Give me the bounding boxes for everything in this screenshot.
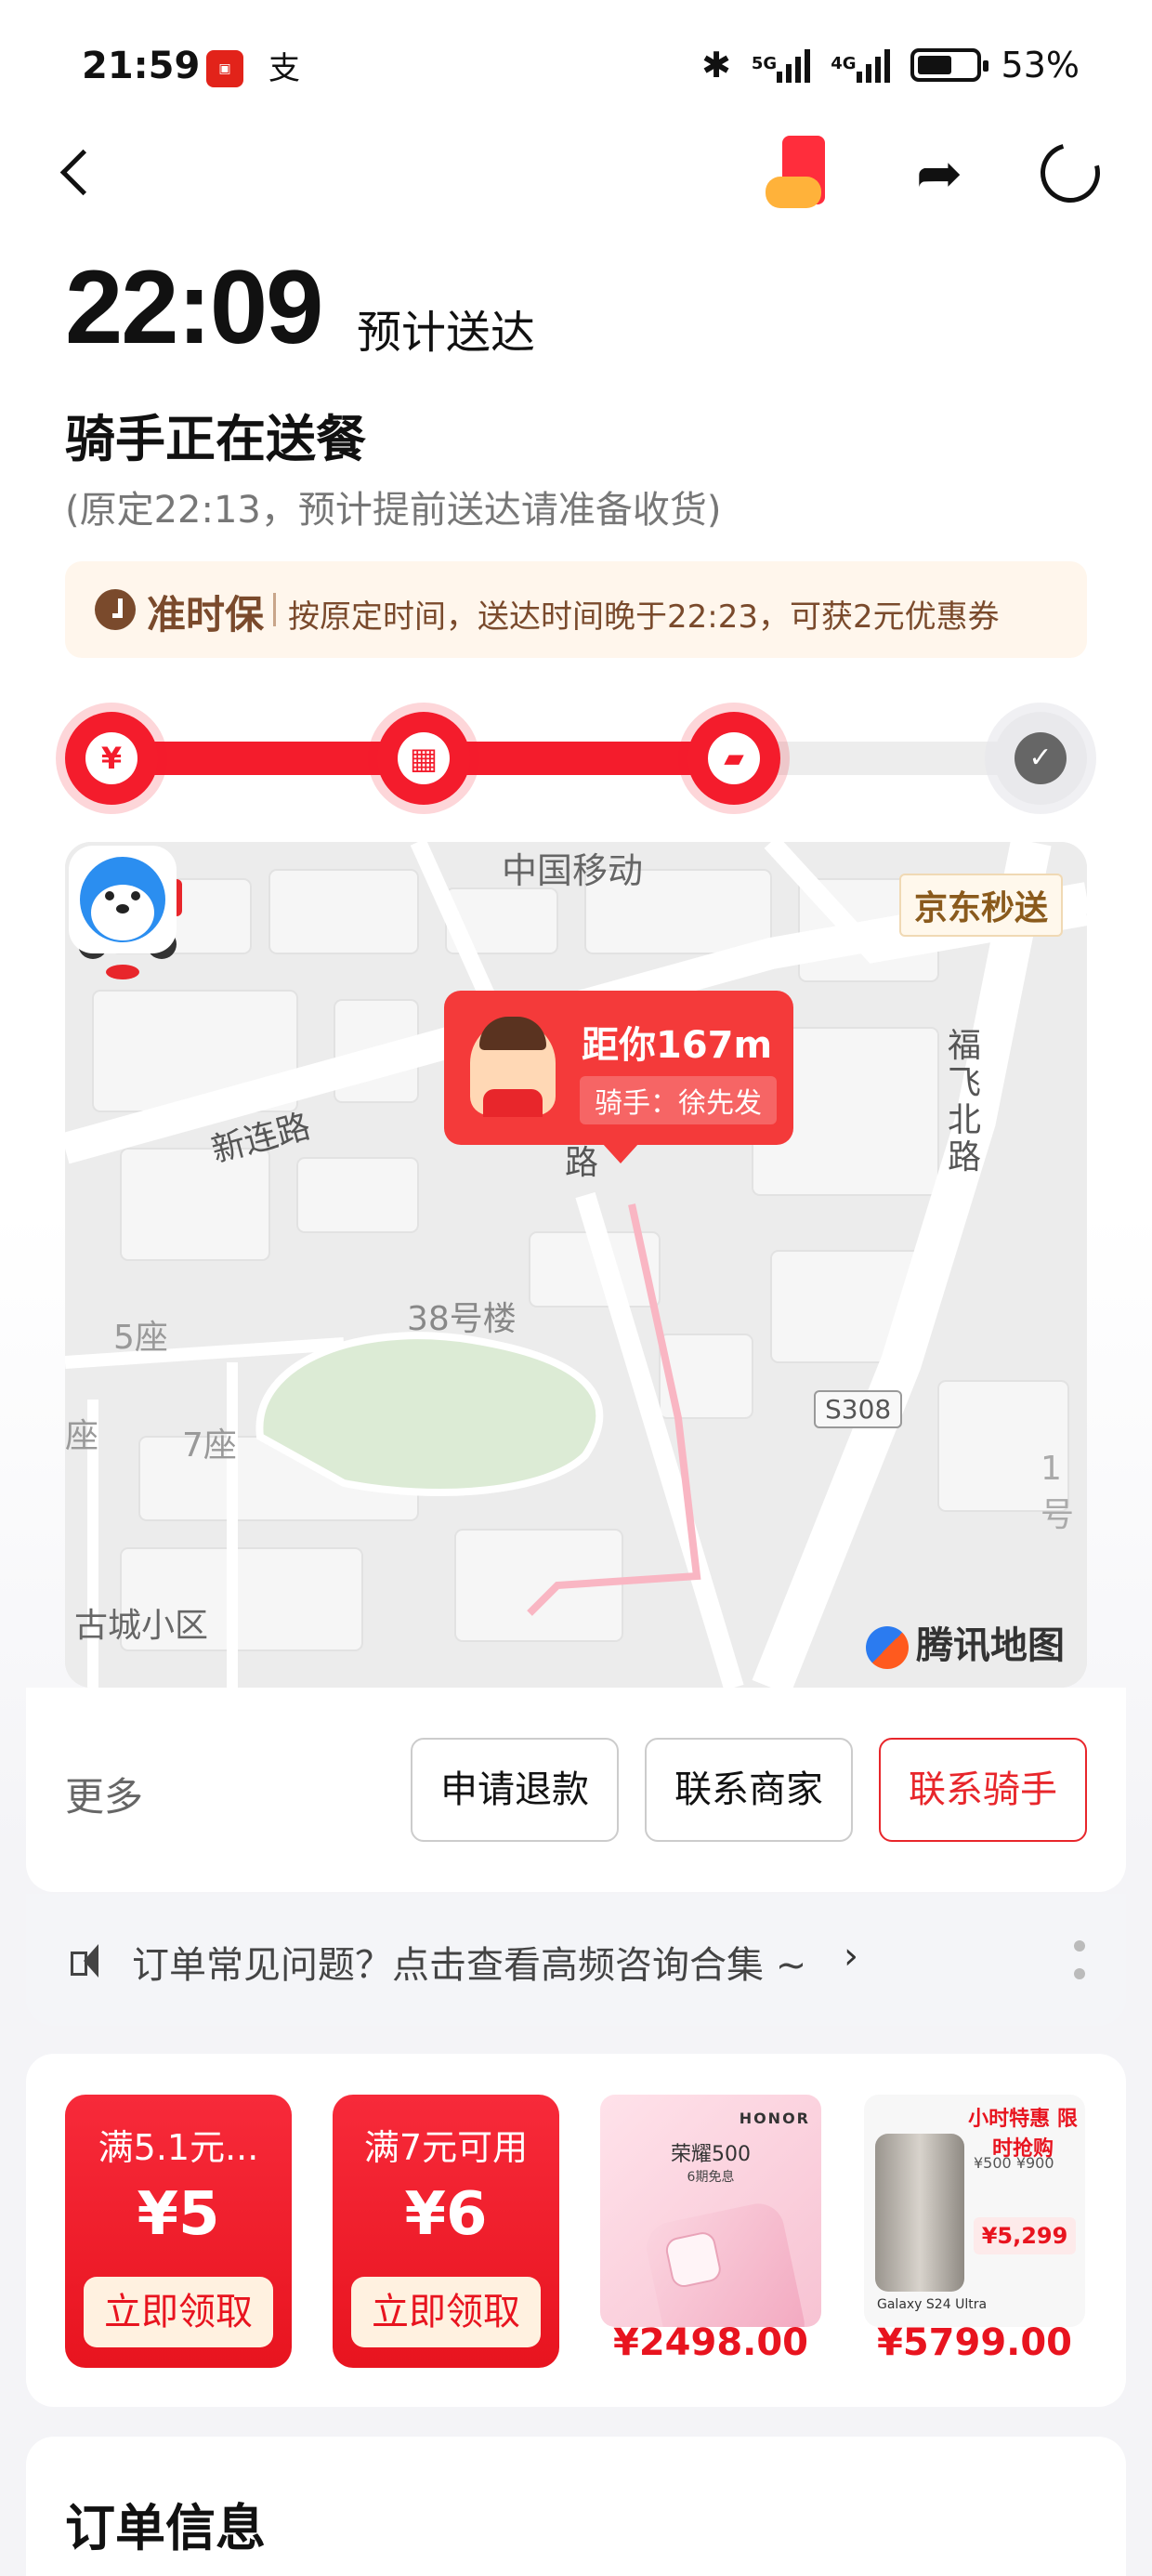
more-dots-icon[interactable] (1074, 1937, 1085, 1983)
product-subtitle: 6期免息 (687, 2170, 735, 2185)
map-label-block-5: 5座 (113, 1319, 168, 1357)
delivery-status-title: 骑手正在送餐 (65, 410, 366, 468)
product-image-galaxy[interactable]: 小时特惠 限时抢购 ¥500 ¥900 ¥5,299 Galaxy S24 Ul… (864, 2095, 1085, 2327)
contact-merchant-button[interactable]: 联系商家 (645, 1738, 853, 1842)
status-bar: 21:59 ▣ 支 ✱ 5G 4G 53% (0, 37, 1152, 102)
share-icon[interactable]: ➦ (907, 141, 972, 206)
camera-module (663, 2229, 724, 2290)
store-icon: ▦ (398, 732, 450, 784)
product-price: ¥5799.00 (876, 2321, 1073, 2364)
claim-coupon-button[interactable]: 立即领取 (351, 2277, 541, 2347)
map-label-building-1: 1号 (1041, 1450, 1075, 1534)
claim-coupon-button[interactable]: 立即领取 (84, 2277, 273, 2347)
divider (273, 593, 276, 626)
coupon-card[interactable]: 满7元可用 ¥6 立即领取 (333, 2095, 559, 2368)
coupon-card[interactable]: 满5.1元... ¥5 立即领取 (65, 2095, 292, 2368)
step-delivered: ✓ (994, 712, 1087, 805)
honor-logo: HONOR (739, 2109, 810, 2127)
map-canvas (65, 842, 1087, 1688)
rider-name: 骑手：徐先发 (580, 1076, 777, 1124)
destination-pin-icon (69, 846, 177, 979)
unionpay-app-icon: ▣ (206, 50, 243, 87)
eta-time: 22:09 (65, 249, 323, 365)
map-label-block: 座 (65, 1417, 99, 1455)
tencent-map-logo: 腾讯地图 (866, 1615, 1065, 1669)
step-delivering: ▰ (687, 712, 780, 805)
faq-bar[interactable]: 订单常见问题？点击查看高频咨询合集 ~ › (26, 1894, 1126, 2026)
map-label-building: 38号楼 (407, 1300, 517, 1338)
bluetooth-icon: ✱ (701, 45, 731, 85)
coupon-condition: 满7元可用 (363, 2127, 529, 2168)
eta-label: 预计送达 (357, 307, 536, 359)
battery-icon (910, 48, 988, 82)
alipay-app-icon: 支 (268, 50, 300, 87)
jd-miaosong-badge: 京东秒送 (898, 874, 1063, 937)
map-label-community: 古城小区 (74, 1607, 209, 1645)
order-info-title: 订单信息 (65, 2499, 266, 2557)
promo-headline: 小时特惠 限时抢购 (968, 2108, 1078, 2161)
yuan-icon: ¥ (85, 732, 137, 784)
step-merchant: ▦ (377, 712, 470, 805)
chevron-right-icon: › (844, 1935, 858, 1978)
ontime-guarantee-banner[interactable]: 准时保 按原定时间，送达时间晚于22:23，可获2元优惠券 (65, 561, 1087, 658)
status-indicators: ✱ 5G 4G 53% (701, 45, 1080, 85)
promo-tags: ¥500 ¥900 (974, 2154, 1054, 2172)
request-refund-button[interactable]: 申请退款 (411, 1738, 619, 1842)
product-price: ¥2498.00 (612, 2321, 809, 2364)
more-link[interactable]: 更多 (65, 1766, 143, 1822)
faq-text: 订单常见问题？点击查看高频咨询合集 ~ (132, 1944, 807, 1987)
map-label-block-7: 7座 (182, 1426, 237, 1465)
scooter-icon: ▰ (708, 732, 760, 784)
map-carrier-watermark: 中国移动 (502, 850, 644, 891)
map-label-road-2: 福飞北路 (948, 1027, 982, 1176)
check-icon: ✓ (1015, 732, 1067, 784)
rider-distance: 距你167m (582, 1024, 773, 1067)
contact-rider-button[interactable]: 联系骑手 (879, 1738, 1087, 1842)
coupon-amount: ¥5 (137, 2180, 220, 2249)
product-title: 荣耀500 (671, 2143, 751, 2166)
clock-icon (95, 589, 136, 630)
signal-5g-icon: 5G (752, 47, 811, 83)
phone-image (642, 2199, 809, 2327)
promo-deal-price: ¥5,299 (974, 2217, 1076, 2254)
coupon-amount: ¥6 (404, 2180, 488, 2249)
speaker-icon (71, 1940, 111, 1981)
product-image-honor[interactable]: HONOR 荣耀500 6期免息 (600, 2095, 821, 2327)
delivery-status-subtitle: (原定22:13，预计提前送达请准备收货) (65, 489, 722, 532)
back-chevron-icon[interactable] (50, 139, 106, 204)
tencent-map-icon (866, 1626, 909, 1669)
delivery-map[interactable]: 中国移动 京东秒送 新连路 福飞北路 路 38号楼 5座 座 7座 古城小区 1… (65, 842, 1087, 1688)
ontime-guarantee-name: 准时保 (147, 592, 265, 637)
ontime-guarantee-text: 按原定时间，送达时间晚于22:23，可获2元优惠券 (288, 598, 1000, 636)
product-model: Galaxy S24 Ultra (877, 2297, 988, 2312)
rider-distance-bubble[interactable]: 距你167m 骑手：徐先发 (444, 991, 793, 1163)
road-number-tag: S308 (814, 1390, 903, 1428)
status-time: 21:59 (82, 45, 201, 87)
game-gift-icon[interactable] (762, 134, 845, 217)
coupon-condition: 满5.1元... (98, 2127, 259, 2168)
battery-percent: 53% (1001, 45, 1080, 85)
signal-4g-icon: 4G (831, 47, 890, 83)
rider-avatar (470, 1017, 556, 1117)
step-paid: ¥ (65, 712, 158, 805)
order-progress: ¥ ▦ ▰ ✓ (65, 712, 1087, 805)
phone-image (875, 2134, 964, 2292)
